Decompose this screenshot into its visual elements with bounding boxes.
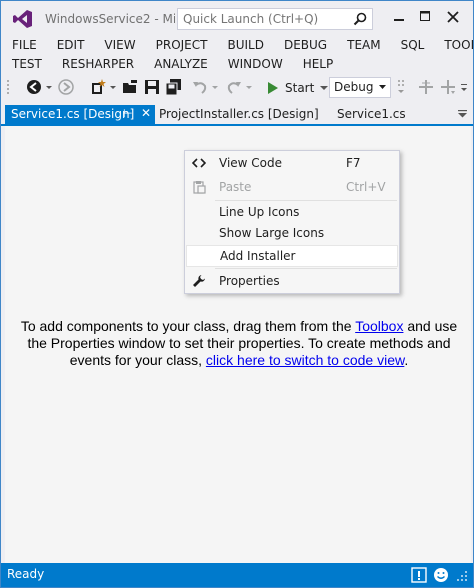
toolbar-grip-icon[interactable] <box>5 78 11 96</box>
new-project-dropdown-icon[interactable] <box>109 78 117 96</box>
designer-msg-part3: . <box>404 352 409 368</box>
back-dropdown-icon[interactable] <box>45 78 53 96</box>
close-icon[interactable] <box>441 7 465 27</box>
menu-test[interactable]: TEST <box>1 54 52 73</box>
start-play-icon <box>268 81 278 94</box>
status-bar: Ready <box>1 563 473 587</box>
properties-label: Properties <box>219 274 280 288</box>
start-debugging-button[interactable]: Start <box>267 78 329 97</box>
navigate-back-icon[interactable] <box>25 78 43 96</box>
show-large-icons-label: Show Large Icons <box>219 226 325 240</box>
paste-shortcut: Ctrl+V <box>346 180 386 194</box>
configuration-value: Debug <box>334 80 374 94</box>
navigate-forward-icon[interactable] <box>57 78 75 96</box>
view-code-icon <box>192 158 206 168</box>
designer-context-menu: View Code F7 Paste Ctrl+V Line Up Icons … <box>184 150 400 294</box>
save-all-icon[interactable] <box>165 78 183 96</box>
tab-service1-design[interactable]: Service1.cs [Design] ⊢ ✕ <box>5 105 155 124</box>
pin-tab-icon[interactable]: ⊢ <box>123 107 133 120</box>
search-icon[interactable] <box>353 12 367 26</box>
tab-service1-code[interactable]: Service1.cs <box>331 105 406 124</box>
tab-service1-code-label: Service1.cs <box>337 107 406 121</box>
open-file-icon[interactable] <box>121 78 139 96</box>
toolbar-overflow-icon[interactable] <box>397 78 405 96</box>
menu-file[interactable]: FILE <box>1 35 47 54</box>
toolbar-options-icon[interactable] <box>459 78 469 96</box>
menu-bar: FILE EDIT VIEW PROJECT BUILD DEBUG TEAM … <box>1 35 473 73</box>
maximize-icon[interactable] <box>413 7 437 27</box>
quick-launch-box[interactable] <box>177 8 373 30</box>
menu-analyze[interactable]: ANALYZE <box>144 54 218 73</box>
start-label: Start <box>285 80 315 95</box>
undo-icon[interactable] <box>191 78 209 96</box>
title-bar: WindowsService2 - Micr <box>1 1 473 35</box>
menu-sql[interactable]: SQL <box>391 35 435 54</box>
attach-process-icon[interactable] <box>417 78 435 96</box>
menu-item-paste: Paste Ctrl+V <box>185 176 399 198</box>
new-project-icon[interactable] <box>89 78 107 96</box>
document-tab-strip: Service1.cs [Design] ⊢ ✕ ProjectInstalle… <box>1 105 473 126</box>
notification-icon[interactable] <box>411 567 427 583</box>
status-text: Ready <box>7 567 45 581</box>
visual-studio-window: WindowsService2 - Micr FILE EDIT VIEW PR… <box>0 0 474 588</box>
quick-launch-input[interactable] <box>178 9 348 29</box>
menu-item-add-installer[interactable]: Add Installer <box>186 245 398 267</box>
menu-tools[interactable]: TOOLS <box>434 35 473 54</box>
chevron-down-icon <box>379 85 386 89</box>
line-up-icons-label: Line Up Icons <box>219 205 300 219</box>
wrench-icon <box>193 275 205 287</box>
resize-grip-icon[interactable] <box>453 567 469 583</box>
start-dropdown-icon <box>320 85 329 90</box>
save-icon[interactable] <box>143 78 161 96</box>
menu-item-show-large-icons[interactable]: Show Large Icons <box>185 222 399 244</box>
menu-row-1: FILE EDIT VIEW PROJECT BUILD DEBUG TEAM … <box>1 35 473 54</box>
paste-label: Paste <box>219 180 252 194</box>
menu-row-2: TEST RESHARPER ANALYZE WINDOW HELP <box>1 54 343 73</box>
solution-configuration-select[interactable]: Debug <box>329 77 391 98</box>
minimize-icon[interactable] <box>387 7 411 27</box>
menu-debug[interactable]: DEBUG <box>274 35 337 54</box>
switch-to-code-view-link[interactable]: click here to switch to code view <box>206 352 404 368</box>
tab-service1-design-label: Service1.cs [Design] <box>11 107 135 121</box>
view-code-label: View Code <box>219 156 283 170</box>
menu-item-line-up-icons[interactable]: Line Up Icons <box>185 201 399 223</box>
feedback-smiley-icon[interactable] <box>433 567 449 583</box>
paste-icon <box>193 181 206 194</box>
add-installer-label: Add Installer <box>220 249 296 263</box>
redo-icon[interactable] <box>225 78 243 96</box>
designer-instructions: To add components to your class, drag th… <box>19 318 459 369</box>
window-title: WindowsService2 - Micr <box>45 12 175 26</box>
menu-help[interactable]: HELP <box>293 54 344 73</box>
menu-resharper[interactable]: RESHARPER <box>52 54 144 73</box>
undo-dropdown-icon[interactable] <box>211 78 219 96</box>
breakpoint-settings-icon[interactable] <box>439 78 457 96</box>
menu-build[interactable]: BUILD <box>217 35 273 54</box>
tab-projectinstaller-design-label: ProjectInstaller.cs [Design] <box>159 107 319 121</box>
menu-view[interactable]: VIEW <box>94 35 145 54</box>
close-tab-icon[interactable]: ✕ <box>141 106 151 120</box>
tab-list-dropdown-icon[interactable] <box>458 110 467 118</box>
designer-msg-part1: To add components to your class, drag th… <box>20 318 356 334</box>
tab-projectinstaller-design[interactable]: ProjectInstaller.cs [Design] <box>153 105 319 124</box>
menu-project[interactable]: PROJECT <box>146 35 218 54</box>
menu-item-properties[interactable]: Properties <box>185 270 399 292</box>
menu-window[interactable]: WINDOW <box>218 54 293 73</box>
menu-item-view-code[interactable]: View Code F7 <box>185 152 399 174</box>
toolbox-link[interactable]: Toolbox <box>355 318 403 334</box>
menu-team[interactable]: TEAM <box>337 35 390 54</box>
standard-toolbar: Start Debug <box>1 74 473 101</box>
menu-edit[interactable]: EDIT <box>47 35 95 54</box>
view-code-shortcut: F7 <box>346 156 361 170</box>
redo-dropdown-icon[interactable] <box>245 78 253 96</box>
visual-studio-logo-icon <box>13 10 32 28</box>
context-menu-separator <box>215 268 397 269</box>
